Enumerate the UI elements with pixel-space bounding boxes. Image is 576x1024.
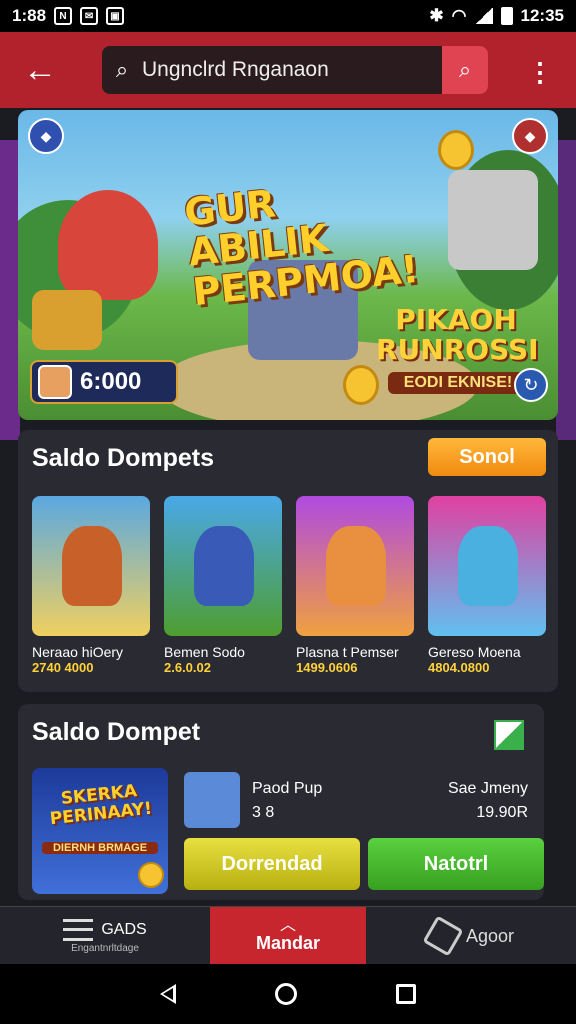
banner-badge-icon[interactable]: ◆: [512, 118, 548, 154]
refresh-icon[interactable]: ↻: [514, 368, 548, 402]
android-nav-bar: [0, 964, 576, 1024]
item-thumbnail: [184, 772, 240, 828]
expand-icon[interactable]: [494, 720, 524, 750]
banner-badge-icon[interactable]: ◆: [28, 118, 64, 154]
status-right: ✱ ◠ 12:35: [429, 6, 564, 26]
battery-icon: [500, 7, 513, 25]
wallet-detail-section: Saldo Dompet SKERKA PERINAAY! DIERNH BRM…: [18, 704, 544, 900]
game-card-price: 2.6.0.02: [164, 660, 211, 675]
wallet-section: Saldo Dompets Sonol Neraao hiOery 2740 4…: [18, 430, 558, 692]
banner-box-character: [448, 170, 538, 270]
item-name: Paod Pup: [252, 780, 323, 797]
background-decoration-left: [0, 140, 20, 440]
bottom-tab-bar: GADS Engantnrltdage ︿ Mandar Agoor: [0, 906, 576, 965]
install-button[interactable]: Natotrl: [368, 838, 544, 890]
game-card-price: 1499.0606: [296, 660, 358, 675]
game-card-price: 2740 4000: [32, 660, 94, 675]
game-card-name: Bemen Sodo: [164, 644, 245, 660]
status-bar: 1:88 N ✉ ▣ ✱ ◠ 12:35: [0, 0, 576, 32]
tab-agoor[interactable]: Agoor: [366, 907, 576, 965]
game-card[interactable]: Bemen Sodo 2.6.0.02: [164, 496, 282, 682]
search-action-icon[interactable]: ⌕: [442, 46, 488, 94]
game-card-name: Neraao hiOery: [32, 644, 124, 660]
menu-icon: [63, 918, 94, 941]
banner-fox-character: [58, 190, 158, 300]
banner-subtitle-small: EODI EKNISE!: [388, 372, 528, 394]
promo-banner[interactable]: ◆ ◆ GUR ABILIK PERPMOA! PIKAOH RUNROSSI …: [18, 110, 558, 420]
wifi-icon: ◠: [451, 6, 467, 25]
chevron-up-icon: ︿: [279, 916, 296, 934]
game-character: [194, 526, 254, 606]
game-character: [326, 526, 386, 606]
image-icon: ▣: [106, 7, 125, 25]
top-bar: ← ⌕ Ungnclrd Rnganaon ⌕ ⋮: [0, 32, 576, 108]
nav-back-icon[interactable]: [159, 984, 176, 1004]
avatar: [38, 365, 72, 399]
game-character: [458, 526, 518, 606]
item-meta: 3 8: [252, 804, 275, 821]
message-icon: ✉: [80, 7, 99, 25]
banner-chest: [32, 290, 102, 350]
signal-icon: [474, 8, 493, 24]
banner-subtitle: PIKAOH RUNROSSI: [376, 303, 539, 366]
promo-subtitle: DIERNH BRMAGE: [42, 842, 158, 854]
banner-title: GUR ABILIK PERPMOA!: [182, 181, 421, 315]
game-card[interactable]: Neraao hiOery 2740 4000: [32, 496, 150, 682]
game-card-image: [296, 496, 414, 636]
coin-icon: [343, 365, 379, 405]
coin-icon: [138, 862, 164, 888]
coin-balance-value: 6:000: [80, 368, 142, 395]
game-character: [62, 526, 122, 606]
notification-icon: N: [54, 7, 73, 25]
item-price-label: Sae Jmeny: [447, 780, 528, 797]
search-input[interactable]: ⌕ Ungnclrd Rnganaon ⌕: [102, 46, 488, 94]
section-action-button[interactable]: Sonol: [428, 438, 546, 476]
bluetooth-icon: ✱: [429, 6, 444, 25]
section-title: Saldo Dompets: [32, 444, 214, 472]
tab-gads-label: GADS: [101, 920, 147, 938]
coin-icon: [438, 130, 474, 170]
background-decoration-right: [556, 140, 576, 440]
tab-mandar[interactable]: ︿ Mandar: [210, 907, 366, 965]
nav-home-icon[interactable]: [274, 983, 297, 1005]
status-time-left: 1:88: [12, 6, 47, 25]
game-card-image: [428, 496, 546, 636]
download-button[interactable]: Dorrendad: [184, 838, 360, 890]
tab-mandar-label: Mandar: [255, 932, 320, 953]
game-card-name: Gereso Moena: [428, 644, 521, 660]
game-card-image: [32, 496, 150, 636]
nav-recent-icon[interactable]: [396, 984, 417, 1004]
game-card-name: Plasna t Pemser: [296, 644, 399, 660]
cube-icon: [422, 915, 464, 957]
promo-title: SKERKA PERINAAY!: [48, 781, 153, 830]
game-card[interactable]: Plasna t Pemser 1499.0606: [296, 496, 414, 682]
game-card-list: Neraao hiOery 2740 4000 Bemen Sodo 2.6.0…: [32, 496, 546, 682]
more-options-icon[interactable]: ⋮: [522, 54, 558, 90]
status-left: 1:88 N ✉ ▣: [12, 6, 125, 26]
tab-agoor-label: Agoor: [465, 925, 515, 946]
game-card[interactable]: Gereso Moena 4804.0800: [428, 496, 546, 682]
item-price: 19.90R: [476, 804, 528, 821]
status-time-right: 12:35: [520, 6, 564, 25]
search-icon: ⌕: [115, 57, 129, 82]
back-arrow-icon[interactable]: ←: [14, 44, 66, 96]
section-title: Saldo Dompet: [32, 718, 201, 746]
coin-balance: 6:000: [30, 360, 178, 404]
promo-image[interactable]: SKERKA PERINAAY! DIERNH BRMAGE: [32, 768, 168, 894]
tab-gads[interactable]: GADS Engantnrltdage: [0, 907, 210, 965]
tab-gads-row: GADS: [63, 918, 147, 941]
search-text: Ungnclrd Rnganaon: [142, 58, 329, 81]
tab-gads-sublabel: Engantnrltdage: [71, 942, 139, 954]
game-card-image: [164, 496, 282, 636]
game-card-price: 4804.0800: [428, 660, 490, 675]
